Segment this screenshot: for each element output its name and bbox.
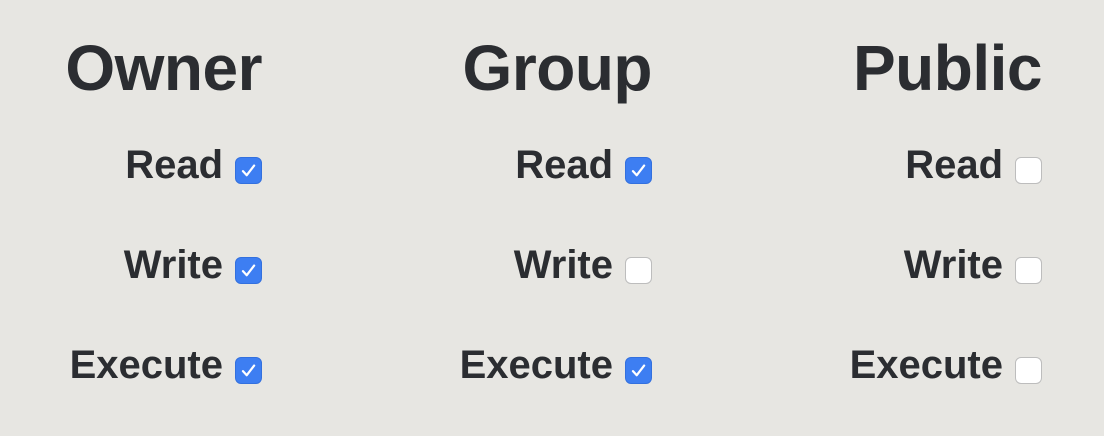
- group-read-row[interactable]: Read: [515, 140, 652, 190]
- owner-read-checkbox[interactable]: [235, 156, 262, 184]
- public-write-checkbox[interactable]: [1015, 256, 1042, 284]
- public-read-checkbox[interactable]: [1015, 156, 1042, 184]
- group-write-label: Write: [513, 243, 613, 287]
- public-execute-checkbox[interactable]: [1015, 356, 1042, 384]
- group-execute-label: Execute: [459, 343, 613, 387]
- checkmark-icon: [241, 363, 256, 376]
- permissions-panel: Owner Read Write Execute Group Read Writ…: [0, 0, 1104, 436]
- group-execute-checkbox[interactable]: [625, 356, 652, 384]
- checkmark-icon: [241, 163, 256, 176]
- group-read-checkbox[interactable]: [625, 156, 652, 184]
- public-execute-label: Execute: [849, 343, 1003, 387]
- group-write-checkbox[interactable]: [625, 256, 652, 284]
- owner-execute-checkbox[interactable]: [235, 356, 262, 384]
- public-heading: Public: [852, 32, 1043, 104]
- owner-write-checkbox[interactable]: [235, 256, 262, 284]
- group-heading: Group: [462, 32, 653, 104]
- owner-read-label: Read: [125, 143, 223, 187]
- checkmark-icon: [631, 363, 646, 376]
- public-write-row[interactable]: Write: [904, 240, 1042, 290]
- group-column: Group Read Write Execute: [390, 0, 730, 436]
- owner-write-label: Write: [123, 243, 223, 287]
- owner-execute-row[interactable]: Execute: [70, 340, 262, 390]
- checkmark-icon: [631, 163, 646, 176]
- checkmark-icon: [241, 263, 256, 276]
- public-read-row[interactable]: Read: [905, 140, 1042, 190]
- owner-heading: Owner: [65, 32, 262, 104]
- group-read-label: Read: [515, 143, 613, 187]
- owner-execute-label: Execute: [69, 343, 223, 387]
- public-write-label: Write: [903, 243, 1003, 287]
- owner-column: Owner Read Write Execute: [0, 0, 340, 436]
- owner-write-row[interactable]: Write: [124, 240, 262, 290]
- public-read-label: Read: [905, 143, 1003, 187]
- owner-read-row[interactable]: Read: [125, 140, 262, 190]
- group-execute-row[interactable]: Execute: [460, 340, 652, 390]
- public-execute-row[interactable]: Execute: [850, 340, 1042, 390]
- group-write-row[interactable]: Write: [514, 240, 652, 290]
- public-column: Public Read Write Execute: [780, 0, 1104, 436]
